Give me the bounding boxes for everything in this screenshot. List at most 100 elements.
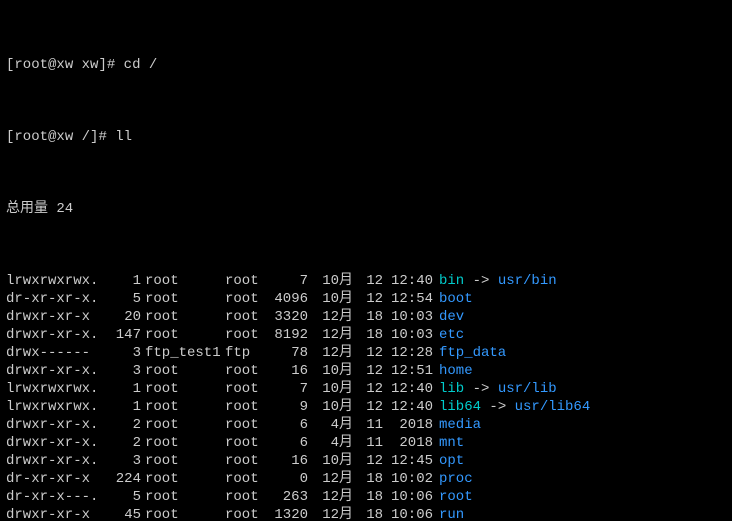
group-col: root xyxy=(225,434,270,452)
file-name: bin xyxy=(439,272,464,290)
time-col: 12:40 xyxy=(383,272,439,290)
group-col: root xyxy=(225,308,270,326)
file-name: lib64 xyxy=(439,398,481,416)
prompt-line-1: [root@xw xw]# cd / xyxy=(6,56,726,74)
day-col: 18 xyxy=(353,506,383,521)
links-col: 5 xyxy=(101,290,145,308)
file-name: home xyxy=(439,362,473,380)
day-col: 18 xyxy=(353,308,383,326)
day-col: 12 xyxy=(353,362,383,380)
size-col: 16 xyxy=(270,362,308,380)
links-col: 45 xyxy=(101,506,145,521)
perms-col: lrwxrwxrwx. xyxy=(6,272,101,290)
perms-col: lrwxrwxrwx. xyxy=(6,398,101,416)
listing-row: lrwxrwxrwx.1rootroot910月1212:40lib64 -> … xyxy=(6,398,726,416)
group-col: root xyxy=(225,488,270,506)
listing-row: lrwxrwxrwx.1rootroot710月1212:40lib -> us… xyxy=(6,380,726,398)
links-col: 1 xyxy=(101,380,145,398)
day-col: 11 xyxy=(353,434,383,452)
links-col: 5 xyxy=(101,488,145,506)
prompt-line-2: [root@xw /]# ll xyxy=(6,128,726,146)
time-col: 10:03 xyxy=(383,308,439,326)
month-col: 4月 xyxy=(308,434,353,452)
month-col: 4月 xyxy=(308,416,353,434)
time-col: 2018 xyxy=(383,434,439,452)
listing-row: drwxr-xr-x.147rootroot819212月1810:03etc xyxy=(6,326,726,344)
size-col: 7 xyxy=(270,380,308,398)
size-col: 6 xyxy=(270,416,308,434)
perms-col: drwxr-xr-x. xyxy=(6,434,101,452)
listing-row: drwxr-xr-x.3rootroot1610月1212:45opt xyxy=(6,452,726,470)
terminal-output[interactable]: [root@xw xw]# cd / [root@xw /]# ll 总用量 2… xyxy=(0,0,732,521)
links-col: 1 xyxy=(101,272,145,290)
month-col: 12月 xyxy=(308,308,353,326)
month-col: 10月 xyxy=(308,290,353,308)
time-col: 12:28 xyxy=(383,344,439,362)
month-col: 12月 xyxy=(308,344,353,362)
day-col: 12 xyxy=(353,272,383,290)
perms-col: drwxr-xr-x xyxy=(6,308,101,326)
total-line: 总用量 24 xyxy=(6,200,726,218)
owner-col: root xyxy=(145,488,225,506)
month-col: 12月 xyxy=(308,488,353,506)
file-name: run xyxy=(439,506,464,521)
file-name: dev xyxy=(439,308,464,326)
size-col: 8192 xyxy=(270,326,308,344)
links-col: 3 xyxy=(101,344,145,362)
owner-col: root xyxy=(145,380,225,398)
file-name: mnt xyxy=(439,434,464,452)
links-col: 2 xyxy=(101,416,145,434)
owner-col: root xyxy=(145,434,225,452)
listing-row: dr-xr-xr-x224rootroot012月1810:02proc xyxy=(6,470,726,488)
perms-col: drwxr-xr-x. xyxy=(6,362,101,380)
listing-row: drwxr-xr-x20rootroot332012月1810:03dev xyxy=(6,308,726,326)
listing-row: dr-xr-xr-x.5rootroot409610月1212:54boot xyxy=(6,290,726,308)
symlink-target: usr/bin xyxy=(498,272,557,290)
day-col: 12 xyxy=(353,344,383,362)
owner-col: ftp_test1 xyxy=(145,344,225,362)
size-col: 7 xyxy=(270,272,308,290)
time-col: 12:45 xyxy=(383,452,439,470)
symlink-target: usr/lib xyxy=(498,380,557,398)
group-col: root xyxy=(225,470,270,488)
month-col: 10月 xyxy=(308,380,353,398)
size-col: 4096 xyxy=(270,290,308,308)
month-col: 10月 xyxy=(308,452,353,470)
group-col: root xyxy=(225,272,270,290)
size-col: 9 xyxy=(270,398,308,416)
time-col: 10:03 xyxy=(383,326,439,344)
time-col: 12:40 xyxy=(383,380,439,398)
owner-col: root xyxy=(145,452,225,470)
group-col: root xyxy=(225,290,270,308)
day-col: 12 xyxy=(353,452,383,470)
group-col: root xyxy=(225,452,270,470)
size-col: 0 xyxy=(270,470,308,488)
file-listing: lrwxrwxrwx.1rootroot710月1212:40bin -> us… xyxy=(6,272,726,521)
links-col: 1 xyxy=(101,398,145,416)
links-col: 224 xyxy=(101,470,145,488)
day-col: 18 xyxy=(353,326,383,344)
group-col: root xyxy=(225,362,270,380)
listing-row: drwx------3ftp_test1ftp7812月1212:28ftp_d… xyxy=(6,344,726,362)
day-col: 18 xyxy=(353,488,383,506)
command-cd-root: cd / xyxy=(124,57,158,73)
owner-col: root xyxy=(145,308,225,326)
group-col: root xyxy=(225,506,270,521)
group-col: ftp xyxy=(225,344,270,362)
owner-col: root xyxy=(145,290,225,308)
time-col: 12:40 xyxy=(383,398,439,416)
perms-col: drwxr-xr-x. xyxy=(6,416,101,434)
day-col: 12 xyxy=(353,380,383,398)
symlink-target: usr/lib64 xyxy=(515,398,591,416)
file-name: ftp_data xyxy=(439,344,506,362)
file-name: etc xyxy=(439,326,464,344)
group-col: root xyxy=(225,380,270,398)
perms-col: lrwxrwxrwx. xyxy=(6,380,101,398)
time-col: 10:02 xyxy=(383,470,439,488)
links-col: 3 xyxy=(101,362,145,380)
file-name: boot xyxy=(439,290,473,308)
group-col: root xyxy=(225,398,270,416)
time-col: 10:06 xyxy=(383,488,439,506)
owner-col: root xyxy=(145,416,225,434)
time-col: 12:51 xyxy=(383,362,439,380)
